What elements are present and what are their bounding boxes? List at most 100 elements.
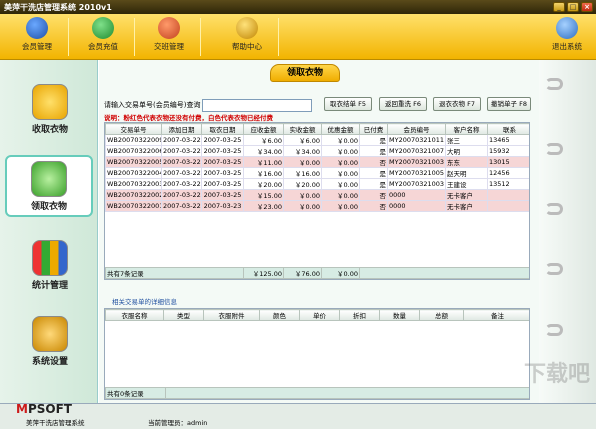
binder-strip [539, 60, 596, 403]
binder-ring [545, 324, 563, 336]
cell-add: 2007-03-22 [161, 189, 202, 201]
close-button[interactable]: × [581, 2, 593, 12]
sidebar-item-pickup[interactable]: 领取衣物 [5, 155, 93, 217]
orders-col-header[interactable]: 优惠金额 [321, 123, 360, 135]
orders-total-due: ￥125.00 [243, 267, 284, 279]
cell-due: ￥20.00 [243, 178, 284, 190]
cell-disc: ￥0.00 [321, 145, 360, 157]
orders-col-header[interactable]: 实收金额 [283, 123, 322, 135]
clothes-rack-icon [31, 161, 67, 197]
logo: MPSOFT [16, 402, 72, 416]
cell-disc: ￥0.00 [321, 167, 360, 179]
cell-disc: ￥0.00 [321, 189, 360, 201]
cell-paid: ￥0.00 [283, 200, 322, 212]
cell-name: 王建设 [445, 178, 488, 190]
cell-add: 2007-03-22 [161, 178, 202, 190]
detail-col-header[interactable]: 类型 [163, 309, 204, 321]
refund-button[interactable]: 退衣衣物 F7 [433, 97, 481, 111]
cell-member: MY20070321005 [387, 167, 446, 179]
table-row[interactable]: WB20070322004 2007-03-22 2007-03-25 ￥16.00 ￥… [105, 167, 529, 179]
cell-add: 2007-03-22 [161, 167, 202, 179]
orders-col-header[interactable]: 交易单号 [105, 123, 162, 135]
cell-due: ￥6.00 [243, 134, 284, 146]
bar-chart-icon [32, 240, 68, 276]
detail-col-header[interactable]: 衣服附件 [203, 309, 260, 321]
cell-take: 2007-03-25 [201, 134, 244, 146]
title-bar: 美萍干洗店管理系统 2010v1 _ □ × [0, 0, 596, 14]
cell-due: ￥15.00 [243, 189, 284, 201]
detail-table[interactable]: 衣服名称 类型 衣服附件 颜色 单价 折扣 数量 总额 备注 共有0条记录 [104, 308, 530, 400]
cell-payed: 否 [359, 200, 388, 212]
search-row: 请输入交易单号(会员编号)查询 [104, 98, 313, 112]
cell-take: 2007-03-25 [201, 167, 244, 179]
cell-name: 张三 [445, 134, 488, 146]
sidebar-item-settings[interactable]: 系统设置 [6, 312, 94, 374]
orders-col-header[interactable]: 联系 [487, 123, 529, 135]
detail-col-header[interactable]: 总额 [419, 309, 464, 321]
cell-name: 大明 [445, 145, 488, 157]
orders-col-header[interactable]: 取衣日期 [201, 123, 244, 135]
cell-paid: ￥16.00 [283, 167, 322, 179]
cell-due: ￥16.00 [243, 167, 284, 179]
cell-take: 2007-03-25 [201, 156, 244, 168]
detail-col-header[interactable]: 单价 [299, 309, 340, 321]
status-admin: 当前管理员：admin [148, 419, 208, 427]
detail-col-header[interactable]: 衣服名称 [105, 309, 164, 321]
cell-id: WB20070322002 [105, 189, 162, 201]
receive-button[interactable]: 取衣结单 F5 [324, 97, 372, 111]
detail-col-header[interactable]: 颜色 [259, 309, 300, 321]
sidebar-item-receive[interactable]: 收取衣物 [6, 80, 94, 142]
table-row[interactable]: WB20070322006 2007-03-22 2007-03-25 ￥34.00 ￥… [105, 145, 529, 157]
orders-col-header[interactable]: 已付费 [359, 123, 388, 135]
cell-disc: ￥0.00 [321, 134, 360, 146]
rewash-button[interactable]: 返回重洗 F6 [379, 97, 427, 111]
search-input[interactable] [202, 98, 313, 112]
cell-paid: ￥34.00 [283, 145, 322, 157]
toolbar-help-button[interactable]: 帮助中心 [222, 17, 272, 57]
cell-paid: ￥0.00 [283, 189, 322, 201]
cell-member: 0000 [387, 200, 446, 212]
cell-add: 2007-03-22 [161, 200, 202, 212]
orders-total-paid: ￥76.00 [283, 267, 322, 279]
window-title: 美萍干洗店管理系统 2010v1 [4, 2, 112, 12]
cell-due: ￥23.00 [243, 200, 284, 212]
sidebar-item-stats[interactable]: 统计管理 [6, 236, 94, 298]
cancel-order-button[interactable]: 撤销单子 F8 [487, 97, 531, 111]
toolbar-member-button[interactable]: 会员管理 [12, 17, 62, 57]
table-row[interactable]: WB20070322009 2007-03-22 2007-03-25 ￥6.00 ￥6… [105, 134, 529, 146]
watermark: 下载吧 [523, 362, 590, 387]
detail-col-header[interactable]: 备注 [463, 309, 529, 321]
detail-col-header[interactable]: 折扣 [339, 309, 380, 321]
cell-payed: 是 [359, 134, 388, 146]
orders-table[interactable]: 交易单号 添加日期 取衣日期 应收金额 实收金额 优惠金额 已付费 会员编号 客户名称 联系 WB… [104, 122, 530, 280]
cell-take: 2007-03-23 [201, 200, 244, 212]
orders-col-header[interactable]: 客户名称 [445, 123, 488, 135]
toolbar-exit-button[interactable]: 退出系统 [542, 17, 592, 57]
orders-col-header[interactable]: 应收金额 [243, 123, 284, 135]
maximize-button[interactable]: □ [567, 2, 579, 12]
cell-phone [487, 189, 529, 201]
detail-col-header[interactable]: 数量 [379, 309, 420, 321]
cell-add: 2007-03-22 [161, 156, 202, 168]
cell-disc: ￥0.00 [321, 178, 360, 190]
orders-col-header[interactable]: 添加日期 [161, 123, 202, 135]
cell-id: WB20070322005 [105, 156, 162, 168]
cell-id: WB20070322006 [105, 145, 162, 157]
orders-col-header[interactable]: 会员编号 [387, 123, 446, 135]
legend-hint: 说明：粉红色代表衣物还没有付费，白色代表衣物已经付费 [104, 114, 273, 122]
table-row[interactable]: WB20070322003 2007-03-22 2007-03-25 ￥20.00 ￥… [105, 178, 529, 190]
toolbar-shift-button[interactable]: 交班管理 [144, 17, 194, 57]
table-row[interactable]: WB20070322001 2007-03-22 2007-03-23 ￥23.00 ￥… [105, 200, 529, 212]
orders-total-discount: ￥0.00 [321, 267, 360, 279]
toolbar-recharge-button[interactable]: 会员充值 [78, 17, 128, 57]
table-row[interactable]: WB20070322005 2007-03-22 2007-03-25 ￥11.00 ￥… [105, 156, 529, 168]
minimize-button[interactable]: _ [553, 2, 565, 12]
table-row[interactable]: WB20070322002 2007-03-22 2007-03-25 ￥15.00 ￥… [105, 189, 529, 201]
cell-phone: 12456 [487, 167, 529, 179]
binder-ring [545, 203, 563, 215]
cell-payed: 是 [359, 178, 388, 190]
cell-name: 东东 [445, 156, 488, 168]
settings-icon [32, 316, 68, 352]
status-app-name: 美萍干洗店管理系统 [26, 419, 85, 427]
cell-add: 2007-03-22 [161, 145, 202, 157]
